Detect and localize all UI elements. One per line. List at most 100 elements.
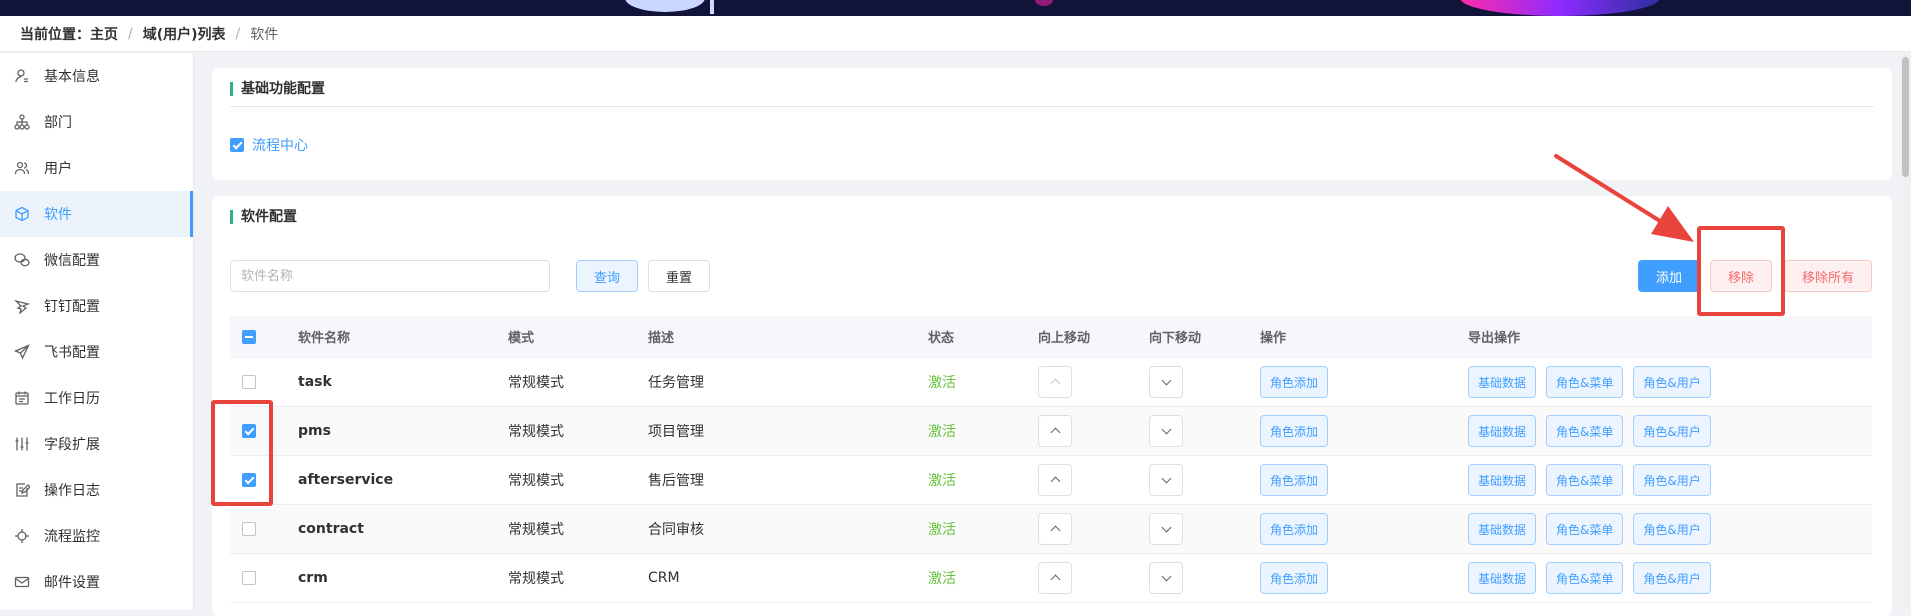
move-up-cell bbox=[1026, 562, 1137, 594]
sidebar-item-users[interactable]: 用户 bbox=[0, 145, 193, 191]
move-down-button[interactable] bbox=[1149, 464, 1183, 496]
software-name: task bbox=[298, 374, 332, 390]
export-basic-data-button[interactable]: 基础数据 bbox=[1468, 415, 1537, 447]
row-checkbox[interactable] bbox=[242, 473, 256, 487]
row-select-cell bbox=[230, 571, 286, 585]
row-checkbox[interactable] bbox=[242, 522, 256, 536]
export-role-menu-button[interactable]: 角色&菜单 bbox=[1546, 513, 1624, 545]
sidebar-item-software[interactable]: 软件 bbox=[0, 191, 193, 237]
software-description: 合同审核 bbox=[648, 522, 704, 538]
chevron-up-icon bbox=[1050, 378, 1060, 389]
sidebar-item-label: 部门 bbox=[44, 115, 72, 131]
remove-all-button[interactable]: 移除所有 bbox=[1784, 260, 1872, 292]
status-badge: 激活 bbox=[928, 375, 956, 391]
move-down-button[interactable] bbox=[1149, 562, 1183, 594]
breadcrumb-home[interactable]: 主页 bbox=[90, 24, 118, 44]
export-basic-data-button[interactable]: 基础数据 bbox=[1468, 366, 1537, 398]
status-badge: 激活 bbox=[928, 522, 956, 538]
operation-cell: 角色添加 bbox=[1248, 513, 1456, 545]
move-down-button[interactable] bbox=[1149, 513, 1183, 545]
row-select-cell bbox=[230, 473, 286, 487]
chevron-up-icon bbox=[1050, 525, 1060, 536]
software-name: afterservice bbox=[298, 472, 394, 488]
add-button[interactable]: 添加 bbox=[1638, 260, 1700, 292]
breadcrumb-separator: / bbox=[235, 25, 241, 42]
divider bbox=[230, 106, 1874, 107]
move-down-button[interactable] bbox=[1149, 366, 1183, 398]
checkbox[interactable] bbox=[230, 138, 244, 152]
sidebar-item-feishu[interactable]: 飞书配置 bbox=[0, 329, 193, 375]
org-tree-icon bbox=[14, 114, 30, 130]
software-mode: 常规模式 bbox=[508, 424, 564, 440]
sidebar-item-operation-log[interactable]: 操作日志 bbox=[0, 467, 193, 513]
query-button[interactable]: 查询 bbox=[576, 260, 638, 292]
export-basic-data-button[interactable]: 基础数据 bbox=[1468, 562, 1537, 594]
software-name-search-input[interactable] bbox=[230, 260, 550, 292]
sidebar-item-mail-settings[interactable]: 邮件设置 bbox=[0, 559, 193, 605]
export-role-user-button[interactable]: 角色&用户 bbox=[1633, 366, 1711, 398]
select-all-checkbox[interactable] bbox=[242, 329, 256, 344]
add-role-button[interactable]: 角色添加 bbox=[1260, 513, 1329, 545]
column-header-export: 导出操作 bbox=[1468, 331, 1521, 346]
export-role-user-button[interactable]: 角色&用户 bbox=[1633, 415, 1711, 447]
software-mode: 常规模式 bbox=[508, 522, 564, 538]
remove-button[interactable]: 移除 bbox=[1710, 260, 1772, 292]
breadcrumb-prefix: 当前位置： bbox=[20, 26, 90, 43]
export-role-user-button[interactable]: 角色&用户 bbox=[1633, 464, 1711, 496]
column-header-mode: 模式 bbox=[508, 331, 535, 346]
sidebar-item-dingtalk[interactable]: 钉钉配置 bbox=[0, 283, 193, 329]
row-checkbox[interactable] bbox=[242, 571, 256, 585]
export-role-menu-button[interactable]: 角色&菜单 bbox=[1546, 415, 1624, 447]
row-checkbox[interactable] bbox=[242, 424, 256, 438]
sidebar-item-field-extension[interactable]: 字段扩展 bbox=[0, 421, 193, 467]
export-basic-data-button[interactable]: 基础数据 bbox=[1468, 464, 1537, 496]
move-up-button[interactable] bbox=[1038, 562, 1072, 594]
breadcrumb-domain-list[interactable]: 域(用户)列表 bbox=[143, 24, 226, 44]
move-down-button[interactable] bbox=[1149, 415, 1183, 447]
sidebar-item-wechat[interactable]: 微信配置 bbox=[0, 237, 193, 283]
export-basic-data-button[interactable]: 基础数据 bbox=[1468, 513, 1537, 545]
flow-center-checkbox[interactable]: 流程中心 bbox=[230, 135, 308, 155]
move-up-cell bbox=[1026, 415, 1137, 447]
basic-config-title: 基础功能配置 bbox=[230, 82, 325, 96]
export-role-user-button[interactable]: 角色&用户 bbox=[1633, 513, 1711, 545]
operation-cell: 角色添加 bbox=[1248, 415, 1456, 447]
add-role-button[interactable]: 角色添加 bbox=[1260, 415, 1329, 447]
move-up-cell bbox=[1026, 513, 1137, 545]
software-description: 任务管理 bbox=[648, 375, 704, 391]
banner-decoration bbox=[625, 0, 705, 12]
flow-center-label: 流程中心 bbox=[252, 138, 308, 154]
breadcrumb: 当前位置： 主页 / 域(用户)列表 / 软件 bbox=[0, 16, 1911, 52]
reset-button[interactable]: 重置 bbox=[648, 260, 710, 292]
add-role-button[interactable]: 角色添加 bbox=[1260, 562, 1329, 594]
sidebar-item-calendar[interactable]: 工作日历 bbox=[0, 375, 193, 421]
scrollbar-thumb[interactable] bbox=[1902, 57, 1909, 177]
breadcrumb-separator: / bbox=[128, 25, 133, 42]
software-description: 售后管理 bbox=[648, 473, 704, 489]
export-cell: 基础数据 角色&菜单 角色&用户 bbox=[1456, 415, 1872, 447]
export-role-menu-button[interactable]: 角色&菜单 bbox=[1546, 366, 1624, 398]
row-checkbox[interactable] bbox=[242, 375, 256, 389]
move-up-button[interactable] bbox=[1038, 464, 1072, 496]
move-down-cell bbox=[1137, 366, 1248, 398]
move-down-cell bbox=[1137, 562, 1248, 594]
select-all-cell bbox=[230, 329, 286, 344]
add-role-button[interactable]: 角色添加 bbox=[1260, 464, 1329, 496]
move-up-button[interactable] bbox=[1038, 366, 1072, 398]
scrollbar[interactable] bbox=[1900, 53, 1911, 610]
export-role-menu-button[interactable]: 角色&菜单 bbox=[1546, 464, 1624, 496]
sidebar-item-department[interactable]: 部门 bbox=[0, 99, 193, 145]
chevron-down-icon bbox=[1161, 473, 1171, 484]
mail-icon bbox=[14, 574, 30, 590]
table-row: task 常规模式 任务管理 激活 角色添加 基础数据 角色&菜单 角色&用户 bbox=[230, 358, 1872, 407]
export-role-user-button[interactable]: 角色&用户 bbox=[1633, 562, 1711, 594]
move-up-button[interactable] bbox=[1038, 513, 1072, 545]
move-up-button[interactable] bbox=[1038, 415, 1072, 447]
banner-decoration bbox=[1035, 0, 1053, 6]
sidebar-item-label: 邮件设置 bbox=[44, 575, 100, 591]
add-role-button[interactable]: 角色添加 bbox=[1260, 366, 1329, 398]
export-role-menu-button[interactable]: 角色&菜单 bbox=[1546, 562, 1624, 594]
sidebar-item-process-monitor[interactable]: 流程监控 bbox=[0, 513, 193, 559]
sidebar-item-basic-info[interactable]: 基本信息 bbox=[0, 53, 193, 99]
row-select-cell bbox=[230, 424, 286, 438]
